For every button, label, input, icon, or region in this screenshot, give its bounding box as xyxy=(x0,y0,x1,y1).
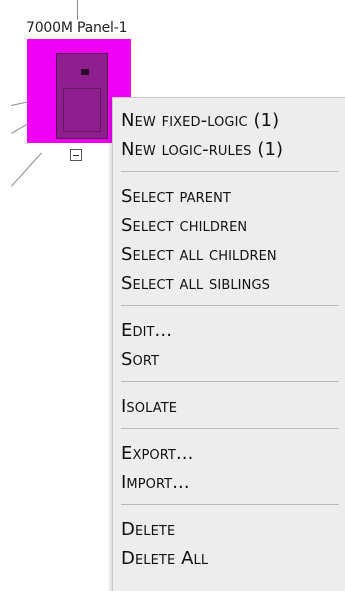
menu-separator xyxy=(121,171,339,172)
menu-sort[interactable]: Sort xyxy=(113,345,345,374)
diagram-canvas: 7000M Panel-1 New fixed-logic (1) New log… xyxy=(0,0,345,591)
menu-separator xyxy=(121,504,339,505)
menu-select-children[interactable]: Select children xyxy=(113,211,345,240)
menu-separator xyxy=(121,428,339,429)
menu-separator xyxy=(121,305,339,306)
menu-new-fixed-logic[interactable]: New fixed-logic (1) xyxy=(113,106,345,135)
menu-new-logic-rules[interactable]: New logic-rules (1) xyxy=(113,135,345,164)
connector-line xyxy=(77,0,78,20)
menu-export[interactable]: Export... xyxy=(113,439,345,468)
menu-import[interactable]: Import... xyxy=(113,468,345,497)
panel-device-icon xyxy=(56,53,108,139)
menu-delete-all[interactable]: Delete All xyxy=(113,544,345,573)
menu-select-all-siblings[interactable]: Select all siblings xyxy=(113,269,345,298)
context-menu: New fixed-logic (1) New logic-rules (1) Se… xyxy=(112,97,345,591)
menu-select-all-children[interactable]: Select all children xyxy=(113,240,345,269)
device-panel xyxy=(63,88,101,132)
device-slot xyxy=(81,69,89,75)
menu-separator xyxy=(121,381,339,382)
menu-delete[interactable]: Delete xyxy=(113,515,345,544)
collapse-toggle-icon[interactable] xyxy=(70,149,82,161)
node-title: 7000M Panel-1 xyxy=(26,20,128,36)
menu-isolate[interactable]: Isolate xyxy=(113,392,345,421)
menu-select-parent[interactable]: Select parent xyxy=(113,182,345,211)
connector-line xyxy=(11,152,42,187)
menu-edit[interactable]: Edit... xyxy=(113,316,345,345)
